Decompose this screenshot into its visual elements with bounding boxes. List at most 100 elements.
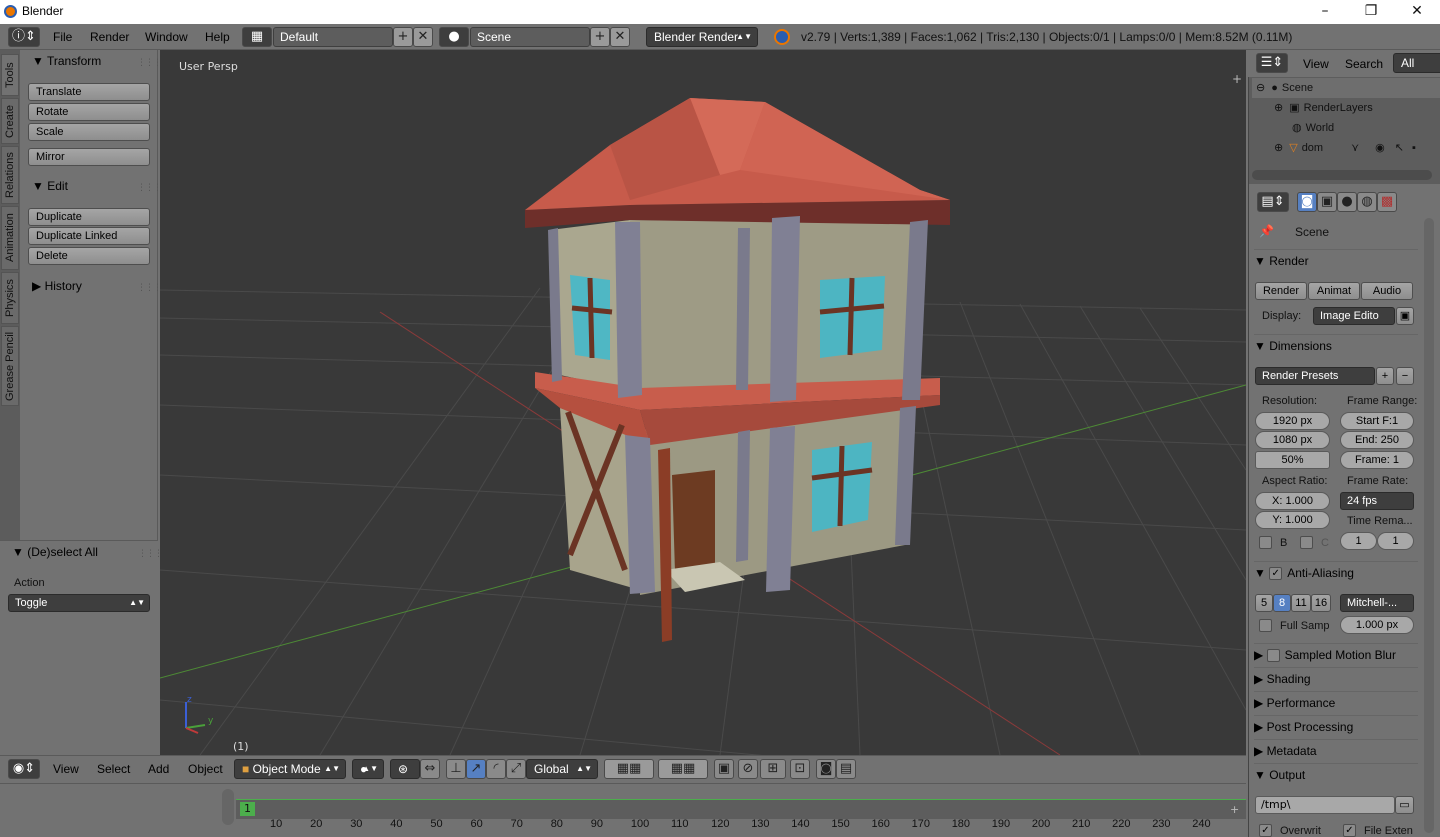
delete-button[interactable]: Delete [28, 247, 150, 265]
transform-panel-header[interactable]: ▼ Transform [32, 54, 101, 68]
dimensions-panel-header[interactable]: ▼ Dimensions [1254, 334, 1418, 356]
panel-grip-icon[interactable]: ⋮⋮⋮ [137, 58, 162, 68]
outliner-menu-view[interactable]: View [1303, 57, 1329, 71]
tab-relations[interactable]: Relations [1, 146, 19, 204]
editor-type-properties-icon[interactable]: ▤⇕ [1257, 192, 1289, 212]
render-presets-dropdown[interactable]: Render Presets [1255, 367, 1375, 385]
tab-tools[interactable]: Tools [1, 54, 19, 96]
object-mode-dropdown[interactable]: ■ Object Mode ▲▼ [234, 759, 346, 779]
select-cursor-icon[interactable]: ↖ [1395, 142, 1404, 154]
shading-panel-header[interactable]: ▶ Shading [1254, 667, 1418, 689]
metadata-panel-header[interactable]: ▶ Metadata [1254, 739, 1418, 761]
scale-button[interactable]: Scale [28, 123, 150, 141]
mirror-button[interactable]: Mirror [28, 148, 150, 166]
editor-type-3d-icon[interactable]: ◉⇕ [8, 759, 40, 779]
performance-panel-header[interactable]: ▶ Performance [1254, 691, 1418, 713]
world-context-icon[interactable]: ◍ [1357, 192, 1377, 212]
overwrite-checkbox[interactable]: ✓ [1259, 824, 1272, 837]
render-camera-icon[interactable]: ◙ [816, 759, 836, 779]
current-frame-marker[interactable]: 1 [240, 802, 255, 816]
duplicate-button[interactable]: Duplicate [28, 208, 150, 226]
output-path-field[interactable]: /tmp\ [1255, 796, 1395, 814]
manipulator-toggle-icon[interactable]: ⊥ [446, 759, 466, 779]
resolution-percentage-field[interactable]: 50% [1255, 451, 1330, 469]
scene-field[interactable]: Scene [470, 27, 590, 47]
aa-sample-11[interactable]: 11 [1291, 594, 1311, 612]
frame-rate-dropdown[interactable]: 24 fps [1340, 492, 1414, 510]
border-checkbox[interactable] [1259, 536, 1272, 549]
snap-element-icon[interactable]: ⊡ [790, 759, 810, 779]
tab-create[interactable]: Create [1, 98, 19, 144]
pin-icon[interactable]: 📌 [1259, 224, 1274, 238]
menu-object[interactable]: Object [188, 762, 223, 776]
aa-sample-16[interactable]: 16 [1311, 594, 1331, 612]
render-audio-button[interactable]: Audio [1361, 282, 1413, 300]
frame-step-field[interactable]: Frame: 1 [1340, 451, 1414, 469]
add-preset-icon[interactable]: + [1376, 367, 1394, 385]
snap-icon[interactable]: ⊞ [760, 759, 786, 779]
translate-button[interactable]: Translate [28, 83, 150, 101]
anti-aliasing-checkbox[interactable]: ✓ [1269, 567, 1283, 581]
screen-layout-icon[interactable]: ▦ [242, 27, 272, 47]
object-context-icon[interactable]: ▩ [1377, 192, 1397, 212]
proportional-edit-icon[interactable]: ⊘ [738, 759, 758, 779]
layer-lock-icon[interactable]: ▣ [714, 759, 734, 779]
tab-physics[interactable]: Physics [1, 272, 19, 324]
screen-layout-field[interactable]: Default [273, 27, 393, 47]
aa-sample-8[interactable]: 8 [1273, 594, 1291, 612]
file-extensions-checkbox[interactable]: ✓ [1343, 824, 1356, 837]
timeline-frame-area[interactable]: 1 + [236, 799, 1246, 819]
outliner-row-world[interactable]: ◍ World [1252, 118, 1440, 138]
scale-manipulator-icon[interactable]: ⤢ [506, 759, 526, 779]
remove-preset-icon[interactable]: − [1396, 367, 1414, 385]
aspect-y-field[interactable]: Y: 1.000 [1255, 511, 1330, 529]
time-remap-new-field[interactable]: 1 [1377, 532, 1414, 550]
post-processing-panel-header[interactable]: ▶ Post Processing [1254, 715, 1418, 737]
menu-window[interactable]: Window [145, 30, 188, 44]
menu-help[interactable]: Help [205, 30, 230, 44]
anti-aliasing-panel-header[interactable]: ▼ ✓ Anti-Aliasing [1254, 561, 1418, 583]
add-scene-icon[interactable]: + [590, 27, 610, 47]
aa-sample-5[interactable]: 5 [1255, 594, 1273, 612]
operator-header[interactable]: ▼ (De)select All [12, 545, 98, 559]
panel-grip-icon[interactable]: ⋮⋮⋮ [137, 283, 162, 293]
tab-animation[interactable]: Animation [1, 206, 19, 270]
render-panel-header[interactable]: ▼ Render [1254, 249, 1418, 271]
delete-scene-icon[interactable]: ✕ [610, 27, 630, 47]
menu-select[interactable]: Select [97, 762, 130, 776]
timeline-add-icon[interactable]: + [1230, 803, 1239, 816]
output-panel-header[interactable]: ▼ Output [1254, 763, 1418, 785]
menu-add[interactable]: Add [148, 762, 169, 776]
close-button[interactable]: ✕ [1394, 0, 1440, 24]
scene-layers-grid-icon[interactable]: ▦▦ [604, 759, 654, 779]
menu-render[interactable]: Render [90, 30, 129, 44]
house-model[interactable] [525, 98, 950, 642]
edit-panel-header[interactable]: ▼ Edit [32, 179, 68, 193]
menu-view[interactable]: View [53, 762, 79, 776]
properties-scrollbar[interactable] [1424, 218, 1434, 833]
frame-start-field[interactable]: Start F:1 [1340, 412, 1414, 430]
filter-size-field[interactable]: 1.000 px [1340, 616, 1414, 634]
outliner-row-dom[interactable]: ⊕ ▽ dom ⋎ ◉ ↖ ▪ [1252, 138, 1440, 158]
render-context-icon[interactable]: ◙ [1297, 192, 1317, 212]
maximize-button[interactable]: ❐ [1348, 0, 1394, 24]
panel-grip-icon[interactable]: ⋮⋮⋮ [138, 549, 163, 559]
action-dropdown[interactable]: Toggle ▲▼ [8, 594, 150, 612]
aa-filter-dropdown[interactable]: Mitchell-... [1340, 594, 1414, 612]
manipulator-toggle-icon[interactable]: ⇔ [420, 759, 440, 779]
transform-orientation-dropdown[interactable]: Global ▲▼ [526, 759, 598, 779]
frame-end-field[interactable]: End: 250 [1340, 431, 1414, 449]
add-screen-icon[interactable]: + [393, 27, 413, 47]
file-browser-icon[interactable]: ▭ [1395, 796, 1414, 814]
aspect-x-field[interactable]: X: 1.000 [1255, 492, 1330, 510]
crop-checkbox[interactable] [1300, 536, 1313, 549]
rotate-manipulator-icon[interactable]: ◜ [486, 759, 506, 779]
render-animation-icon[interactable]: ▤ [836, 759, 856, 779]
render-button[interactable]: Render [1255, 282, 1307, 300]
motion-blur-panel-header[interactable]: ▶ Sampled Motion Blur [1254, 643, 1418, 665]
viewport-shading-dropdown[interactable]: ● ▲▼ [352, 759, 384, 779]
editor-type-outliner-icon[interactable]: ☰⇕ [1256, 53, 1288, 73]
menu-file[interactable]: File [53, 30, 72, 44]
editor-type-info-icon[interactable]: ⓘ⇕ [8, 27, 40, 47]
resolution-y-field[interactable]: 1080 px [1255, 431, 1330, 449]
